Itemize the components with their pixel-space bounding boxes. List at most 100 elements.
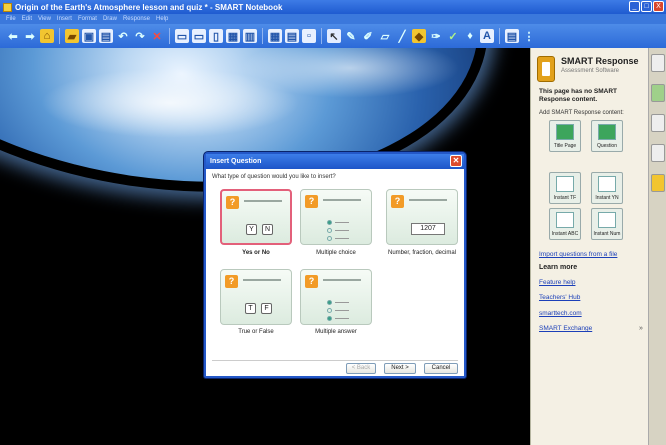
menu-response[interactable]: Response	[123, 16, 150, 22]
more-options-icon[interactable]: ⋮	[522, 29, 536, 43]
teachers-hub-link[interactable]: Teachers' Hub	[539, 294, 580, 301]
placeholder-line	[409, 199, 447, 201]
tile-instant-num[interactable]: Instant Num	[591, 208, 623, 240]
menu-edit[interactable]: Edit	[22, 16, 32, 22]
key-t: T	[245, 303, 256, 314]
tile-label: Instant YN	[595, 195, 619, 201]
option-yes-or-no[interactable]: ? Y N	[220, 189, 292, 245]
dialog-prompt: What type of question would you like to …	[212, 174, 336, 180]
smart-response-logo-icon	[537, 56, 555, 82]
pen-icon[interactable]: ✎	[344, 29, 358, 43]
tile-instant-abc[interactable]: Instant ABC	[549, 208, 581, 240]
side-tab-strip	[648, 48, 666, 445]
toolbar-move-icon[interactable]: ▫	[302, 29, 316, 43]
undo-icon[interactable]: ↶	[116, 29, 130, 43]
toolbar-separator	[169, 28, 170, 44]
screen-capture-icon[interactable]: ▦	[226, 29, 240, 43]
instant-tf-icon	[556, 176, 574, 192]
open-folder-icon[interactable]: ▰	[65, 29, 79, 43]
select-pointer-icon[interactable]: ↖	[327, 29, 341, 43]
gallery-icon[interactable]: ⌂	[40, 29, 54, 43]
radio-icon	[327, 228, 332, 233]
tile-instant-yn[interactable]: Instant YN	[591, 172, 623, 204]
option-number-fraction-decimal[interactable]: ? 1207	[386, 189, 458, 245]
app-icon	[3, 2, 12, 12]
paste-icon[interactable]: ▤	[99, 29, 113, 43]
placeholder-line	[335, 238, 349, 239]
attachments-tab-icon[interactable]	[651, 114, 665, 132]
document-camera-icon[interactable]: ▥	[243, 29, 257, 43]
collapse-pane-button[interactable]: »	[639, 325, 643, 332]
menu-help[interactable]: Help	[156, 16, 168, 22]
smart-response-tab-icon[interactable]	[651, 174, 665, 192]
radio-icon	[327, 300, 332, 305]
text-icon[interactable]: A	[480, 29, 494, 43]
pane-header: SMART Response Assessment Software	[537, 56, 647, 84]
option-label: Multiple choice	[316, 250, 356, 256]
instant-num-icon	[598, 212, 616, 228]
menu-draw[interactable]: Draw	[103, 16, 117, 22]
tile-instant-tf[interactable]: Instant TF	[549, 172, 581, 204]
smart-exchange-link[interactable]: SMART Exchange	[539, 325, 592, 332]
gallery-tab-icon[interactable]	[651, 84, 665, 102]
save-icon[interactable]: ▣	[82, 29, 96, 43]
eraser-icon[interactable]: ▱	[378, 29, 392, 43]
page-sorter-tab-icon[interactable]	[651, 54, 665, 72]
shapes-icon[interactable]: ◆	[412, 29, 426, 43]
response-icon[interactable]: ▤	[505, 29, 519, 43]
line-icon[interactable]: ╱	[395, 29, 409, 43]
window-controls: _ □ X	[629, 1, 664, 12]
redo-icon[interactable]: ↷	[133, 29, 147, 43]
radio-icon	[327, 220, 332, 225]
window-title: Origin of the Earth's Atmosphere lesson …	[15, 2, 283, 12]
back-arrow-icon[interactable]: ⬅	[6, 29, 20, 43]
menu-insert[interactable]: Insert	[57, 16, 72, 22]
dialog-close-button[interactable]: ✕	[450, 155, 462, 167]
question-icon: ?	[305, 195, 318, 208]
table-icon[interactable]: ▦	[268, 29, 282, 43]
back-button[interactable]: < Back	[346, 363, 376, 374]
add-content-label: Add SMART Response content:	[539, 110, 624, 116]
radio-icon	[327, 236, 332, 241]
placeholder-line	[244, 200, 282, 202]
magic-pen-icon[interactable]: ✑	[429, 29, 443, 43]
dialog-divider	[212, 360, 458, 361]
question-icon: ?	[305, 275, 318, 288]
option-multiple-answer[interactable]: ?	[300, 269, 372, 325]
menu-view[interactable]: View	[38, 16, 51, 22]
dialog-title-bar: Insert Question	[206, 154, 464, 169]
properties-icon[interactable]: ▤	[285, 29, 299, 43]
fill-icon[interactable]: ♦	[463, 29, 477, 43]
placeholder-line	[335, 302, 349, 303]
feature-help-link[interactable]: Feature help	[539, 279, 576, 286]
minimize-button[interactable]: _	[629, 1, 640, 12]
menu-file[interactable]: File	[6, 16, 16, 22]
option-multiple-choice[interactable]: ?	[300, 189, 372, 245]
screen-shade-icon[interactable]: ▭	[175, 29, 189, 43]
question-icon: ?	[225, 275, 238, 288]
placeholder-line	[243, 279, 281, 281]
import-questions-link[interactable]: Import questions from a file	[539, 251, 617, 258]
creative-pen-icon[interactable]: ✐	[361, 29, 375, 43]
close-button[interactable]: X	[653, 1, 664, 12]
tile-title-page[interactable]: Title Page	[549, 120, 581, 152]
learn-more-heading: Learn more	[539, 264, 578, 271]
dual-page-icon[interactable]: ▯	[209, 29, 223, 43]
next-button[interactable]: Next >	[384, 363, 416, 374]
delete-icon[interactable]: ✕	[150, 29, 164, 43]
menu-format[interactable]: Format	[78, 16, 97, 22]
insert-question-dialog: Insert Question ✕ What type of question …	[204, 152, 466, 378]
toolbar-separator	[59, 28, 60, 44]
placeholder-line	[335, 318, 349, 319]
forward-arrow-icon[interactable]: ➡	[23, 29, 37, 43]
properties-tab-icon[interactable]	[651, 144, 665, 162]
tile-question[interactable]: Question	[591, 120, 623, 152]
option-label: True or False	[238, 329, 274, 335]
pane-message: This page has no SMART Response content.	[539, 88, 618, 103]
full-screen-icon[interactable]: ▭	[192, 29, 206, 43]
option-true-or-false[interactable]: ? T F	[220, 269, 292, 325]
shape-recognition-icon[interactable]: ✓	[446, 29, 460, 43]
smarttech-link[interactable]: smarttech.com	[539, 310, 582, 317]
maximize-button[interactable]: □	[641, 1, 652, 12]
cancel-button[interactable]: Cancel	[424, 363, 458, 374]
